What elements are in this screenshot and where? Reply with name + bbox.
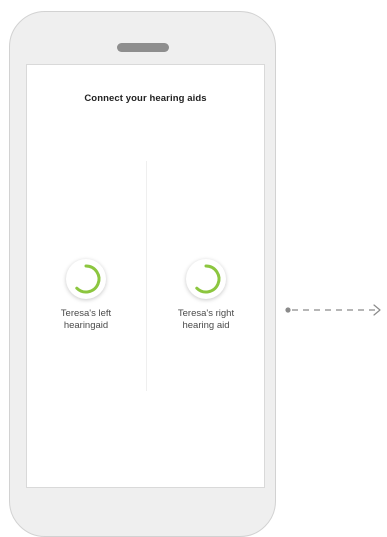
- dashed-arrow-right-icon: [285, 304, 381, 316]
- device-right-hearing-aid[interactable]: Teresa's right hearing aid: [151, 259, 261, 331]
- loading-ring-icon: [186, 259, 226, 299]
- device-right-label-line2: hearing aid: [182, 319, 230, 331]
- page-title: Connect your hearing aids: [84, 93, 207, 104]
- device-right-label-line1: Teresa's right: [177, 308, 235, 319]
- column-divider: [146, 161, 147, 391]
- device-left-label-line1: Teresa's left: [60, 308, 112, 319]
- device-left-hearing-aid[interactable]: Teresa's left hearingaid: [31, 259, 141, 331]
- device-left-label: Teresa's left hearingaid: [31, 308, 141, 331]
- loading-ring-icon: [66, 259, 106, 299]
- phone-screen: Connect your hearing aids Teresa's left …: [26, 64, 265, 488]
- phone-frame: Connect your hearing aids Teresa's left …: [9, 11, 276, 537]
- illustration-stage: Connect your hearing aids Teresa's left …: [0, 0, 387, 537]
- device-right-label: Teresa's right hearing aid: [151, 308, 261, 331]
- device-left-label-line2: hearingaid: [63, 319, 109, 331]
- phone-speaker: [117, 43, 169, 52]
